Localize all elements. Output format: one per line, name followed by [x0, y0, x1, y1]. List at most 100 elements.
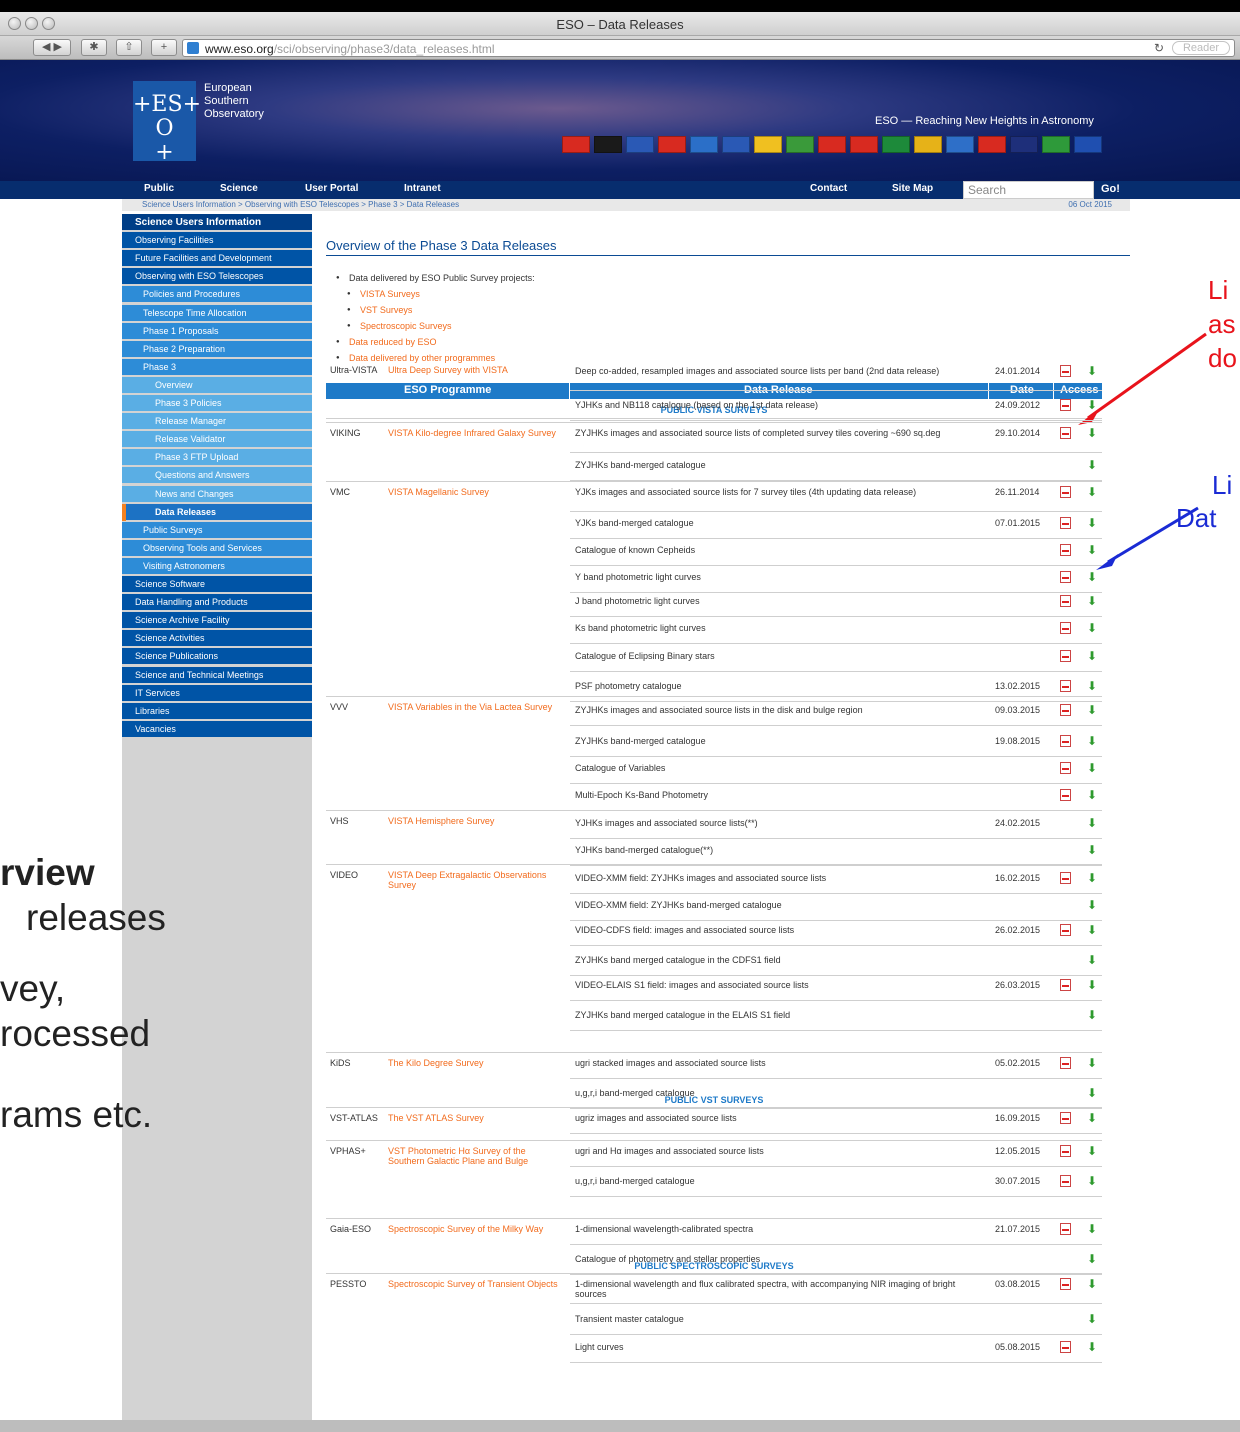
pdf-document-icon[interactable]	[1060, 1145, 1071, 1157]
sidebar-item[interactable]: Phase 1 Proposals	[122, 322, 312, 340]
language-flag-icon[interactable]	[946, 136, 974, 153]
sidebar-item[interactable]: Questions and Answers	[122, 467, 312, 485]
programme-link[interactable]: VISTA Variables in the Via Lactea Survey	[388, 702, 560, 712]
download-arrow-icon[interactable]: ⬇	[1087, 872, 1097, 884]
language-flag-icon[interactable]	[722, 136, 750, 153]
programme-link[interactable]: Spectroscopic Survey of the Milky Way	[388, 1224, 560, 1234]
download-arrow-icon[interactable]: ⬇	[1087, 1223, 1097, 1235]
pdf-document-icon[interactable]	[1060, 789, 1071, 801]
language-flag-icon[interactable]	[754, 136, 782, 153]
nav-science[interactable]: Science	[220, 183, 258, 194]
pdf-document-icon[interactable]	[1060, 1112, 1071, 1124]
pdf-document-icon[interactable]	[1060, 1175, 1071, 1187]
sidebar-item[interactable]: Libraries	[122, 702, 312, 720]
link-other-programmes[interactable]: Data delivered by other programmes	[336, 350, 535, 366]
download-arrow-icon[interactable]: ⬇	[1087, 571, 1097, 583]
back-forward-buttons[interactable]: ◀ ▶	[33, 39, 71, 56]
language-flag-icon[interactable]	[914, 136, 942, 153]
download-arrow-icon[interactable]: ⬇	[1087, 954, 1097, 966]
pdf-document-icon[interactable]	[1060, 704, 1071, 716]
download-arrow-icon[interactable]: ⬇	[1087, 762, 1097, 774]
download-arrow-icon[interactable]: ⬇	[1087, 924, 1097, 936]
pdf-document-icon[interactable]	[1060, 924, 1071, 936]
download-arrow-icon[interactable]: ⬇	[1087, 459, 1097, 471]
nav-user-portal[interactable]: User Portal	[305, 183, 358, 194]
sidebar-item[interactable]: Release Manager	[122, 413, 312, 431]
programme-link[interactable]: VISTA Kilo-degree Infrared Galaxy Survey	[388, 428, 560, 438]
download-arrow-icon[interactable]: ⬇	[1087, 544, 1097, 556]
download-arrow-icon[interactable]: ⬇	[1087, 595, 1097, 607]
language-flag-icon[interactable]	[1010, 136, 1038, 153]
programme-link[interactable]: VISTA Magellanic Survey	[388, 487, 560, 497]
nav-intranet[interactable]: Intranet	[404, 183, 441, 194]
pdf-document-icon[interactable]	[1060, 1341, 1071, 1353]
sidebar-item[interactable]: Telescope Time Allocation	[122, 304, 312, 322]
eso-logo[interactable]: +ES+ O +	[133, 81, 201, 165]
sidebar-item[interactable]: IT Services	[122, 684, 312, 702]
download-arrow-icon[interactable]: ⬇	[1087, 1313, 1097, 1325]
link-data-reduced-by-eso[interactable]: Data reduced by ESO	[336, 334, 535, 350]
url-text[interactable]: www.eso.org/sci/observing/phase3/data_re…	[205, 42, 495, 56]
nav-contact[interactable]: Contact	[810, 183, 847, 194]
sidebar-item[interactable]: Science Software	[122, 576, 312, 593]
pdf-document-icon[interactable]	[1060, 544, 1071, 556]
pdf-document-icon[interactable]	[1060, 1278, 1071, 1290]
programme-link[interactable]: VISTA Hemisphere Survey	[388, 816, 560, 826]
sidebar-item[interactable]: News and Changes	[122, 485, 312, 503]
pdf-document-icon[interactable]	[1060, 762, 1071, 774]
sidebar-item[interactable]: Data Handling and Products	[122, 594, 312, 612]
pdf-document-icon[interactable]	[1060, 872, 1071, 884]
share-icon[interactable]: ⇧	[116, 39, 142, 56]
language-flag-icon[interactable]	[818, 136, 846, 153]
link-vst-surveys[interactable]: VST Surveys	[336, 302, 535, 318]
reader-button[interactable]: Reader	[1172, 41, 1230, 55]
programme-link[interactable]: VST Photometric Hα Survey of the Souther…	[388, 1146, 560, 1166]
sidebar-item[interactable]: Vacancies	[122, 720, 312, 738]
pdf-document-icon[interactable]	[1060, 427, 1071, 439]
sidebar-item[interactable]: Science Activities	[122, 630, 312, 648]
sidebar-item[interactable]: Science Publications	[122, 648, 312, 666]
download-arrow-icon[interactable]: ⬇	[1087, 1145, 1097, 1157]
search-input[interactable]: Search	[963, 181, 1094, 199]
programme-link[interactable]: Spectroscopic Survey of Transient Object…	[388, 1279, 560, 1289]
download-arrow-icon[interactable]: ⬇	[1087, 365, 1097, 377]
sidebar-item[interactable]: Phase 3 Policies	[122, 395, 312, 412]
language-flag-icon[interactable]	[882, 136, 910, 153]
sidebar-item[interactable]: Data Releases	[122, 503, 312, 521]
language-flag-icon[interactable]	[978, 136, 1006, 153]
download-arrow-icon[interactable]: ⬇	[1087, 789, 1097, 801]
add-bookmark-button[interactable]: +	[151, 39, 177, 56]
sidebar-item[interactable]: Science Users Information	[122, 214, 312, 231]
pdf-document-icon[interactable]	[1060, 486, 1071, 498]
sidebar-item[interactable]: Policies and Procedures	[122, 286, 312, 304]
pdf-document-icon[interactable]	[1060, 735, 1071, 747]
language-flag-icon[interactable]	[850, 136, 878, 153]
pdf-document-icon[interactable]	[1060, 1057, 1071, 1069]
pdf-document-icon[interactable]	[1060, 1223, 1071, 1235]
language-flag-icon[interactable]	[594, 136, 622, 153]
pdf-document-icon[interactable]	[1060, 517, 1071, 529]
nav-site-map[interactable]: Site Map	[892, 183, 933, 194]
pdf-document-icon[interactable]	[1060, 595, 1071, 607]
extensions-icon[interactable]: ✱	[81, 39, 107, 56]
sidebar-item[interactable]: Visiting Astronomers	[122, 557, 312, 575]
download-arrow-icon[interactable]: ⬇	[1087, 1009, 1097, 1021]
sidebar-item[interactable]: Observing Tools and Services	[122, 539, 312, 557]
sidebar-item[interactable]: Observing Facilities	[122, 232, 312, 250]
language-flag-icon[interactable]	[562, 136, 590, 153]
search-go-button[interactable]: Go!	[1101, 183, 1120, 195]
sidebar-item[interactable]: Phase 3 FTP Upload	[122, 449, 312, 467]
programme-link[interactable]: VISTA Deep Extragalactic Observations Su…	[388, 870, 560, 890]
pdf-document-icon[interactable]	[1060, 680, 1071, 692]
pdf-document-icon[interactable]	[1060, 399, 1071, 411]
pdf-document-icon[interactable]	[1060, 571, 1071, 583]
download-arrow-icon[interactable]: ⬇	[1087, 427, 1097, 439]
language-flag-icon[interactable]	[1074, 136, 1102, 153]
download-arrow-icon[interactable]: ⬇	[1087, 486, 1097, 498]
programme-link[interactable]: The Kilo Degree Survey	[388, 1058, 560, 1068]
download-arrow-icon[interactable]: ⬇	[1087, 844, 1097, 856]
download-arrow-icon[interactable]: ⬇	[1087, 899, 1097, 911]
sidebar-item[interactable]: Public Surveys	[122, 521, 312, 539]
pdf-document-icon[interactable]	[1060, 650, 1071, 662]
download-arrow-icon[interactable]: ⬇	[1087, 1175, 1097, 1187]
